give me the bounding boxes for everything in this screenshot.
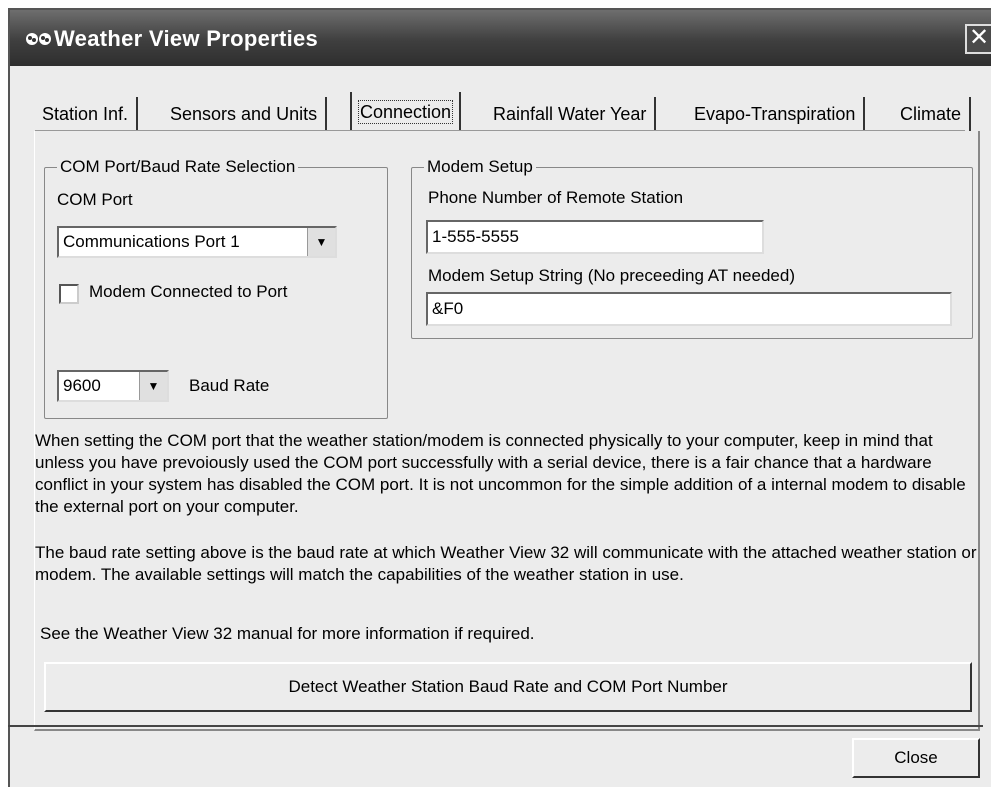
tab-connection[interactable]: Connection — [350, 92, 462, 131]
com-port-value: Communications Port 1 — [63, 232, 240, 251]
tab-climate[interactable]: Climate — [892, 97, 972, 131]
tab-label: Station Inf. — [42, 104, 129, 124]
close-icon[interactable]: ✕ — [965, 24, 991, 54]
tab-label: Rainfall Water Year — [493, 104, 647, 124]
modem-connected-label: Modem Connected to Port — [89, 282, 288, 301]
modem-group-legend: Modem Setup — [424, 157, 536, 177]
baud-rate-value: 9600 — [63, 376, 101, 395]
modem-setup-string-label: Modem Setup String (No preceeding AT nee… — [428, 266, 795, 285]
baud-rate-select[interactable]: 9600 ▼ — [57, 370, 169, 402]
tab-label: Sensors and Units — [170, 104, 318, 124]
info-paragraph-manual: See the Weather View 32 manual for more … — [40, 624, 535, 643]
com-port-group: COM Port/Baud Rate Selection COM Port Co… — [44, 157, 388, 419]
properties-window: Weather View Properties ✕ Station Inf. S… — [8, 8, 991, 787]
com-port-label: COM Port — [57, 190, 133, 209]
tab-station-info[interactable]: Station Inf. — [34, 97, 139, 131]
phone-number-label: Phone Number of Remote Station — [428, 188, 684, 207]
detect-baud-com-button[interactable]: Detect Weather Station Baud Rate and COM… — [44, 662, 972, 712]
info-paragraph-baud: The baud rate setting above is the baud … — [35, 543, 977, 584]
tab-label: Connection — [357, 100, 454, 124]
paw-icon — [26, 33, 51, 45]
dropdown-arrow-icon[interactable]: ▼ — [307, 228, 335, 256]
modem-setup-group: Modem Setup Phone Number of Remote Stati… — [411, 157, 973, 339]
close-button[interactable]: Close — [852, 738, 980, 778]
tab-sensors-and-units[interactable]: Sensors and Units — [162, 97, 328, 131]
modem-connected-checkbox[interactable] — [59, 284, 79, 304]
title-bar: Weather View Properties ✕ — [10, 10, 991, 66]
tab-rainfall-water-year[interactable]: Rainfall Water Year — [485, 97, 657, 131]
info-paragraph-com: When setting the COM port that the weath… — [35, 431, 966, 516]
tab-label: Evapo-Transpiration — [694, 104, 856, 124]
modem-setup-string-input[interactable]: &F0 — [426, 292, 952, 326]
com-group-legend: COM Port/Baud Rate Selection — [57, 157, 299, 177]
phone-number-input[interactable]: 1-555-5555 — [426, 220, 764, 254]
baud-rate-label: Baud Rate — [189, 376, 270, 395]
footer-separator — [8, 725, 983, 727]
window-title: Weather View Properties — [54, 26, 319, 51]
tab-evapo-transpiration[interactable]: Evapo-Transpiration — [686, 97, 866, 131]
com-port-select[interactable]: Communications Port 1 ▼ — [57, 226, 337, 258]
tab-label: Climate — [900, 104, 962, 124]
dropdown-arrow-icon[interactable]: ▼ — [139, 372, 167, 400]
